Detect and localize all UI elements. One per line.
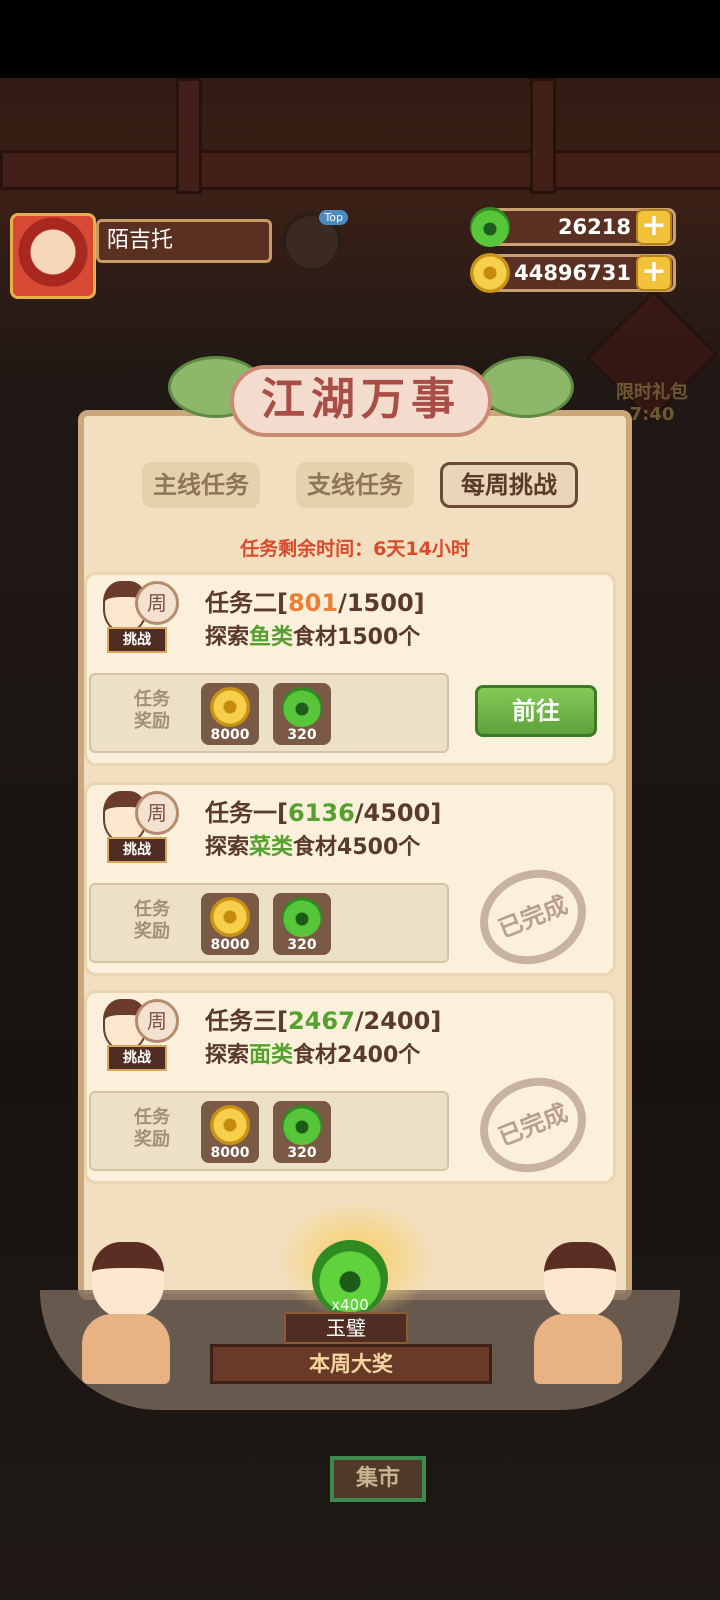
reward-coin-amount: 8000 bbox=[210, 727, 250, 743]
reward-coin: 8000 bbox=[201, 1101, 259, 1163]
grand-prize-item: 玉璧 bbox=[284, 1312, 408, 1344]
task-card: 周 挑战 任务二[801/1500] 探索鱼类食材1500个 任务奖励 8000… bbox=[84, 572, 616, 766]
add-jade-button[interactable]: + bbox=[636, 209, 672, 245]
timer-value: 6天14小时 bbox=[373, 538, 470, 560]
challenge-badge: 周 挑战 bbox=[97, 785, 179, 863]
challenge-tag: 挑战 bbox=[107, 627, 167, 653]
go-button[interactable]: 前往 bbox=[475, 685, 597, 737]
npc-right bbox=[530, 1242, 626, 1392]
status-bar bbox=[0, 0, 720, 78]
reward-jade-amount: 320 bbox=[287, 1145, 317, 1161]
week-badge: 周 bbox=[135, 791, 179, 835]
challenge-tag: 挑战 bbox=[107, 1045, 167, 1071]
reward-label: 任务奖励 bbox=[134, 899, 170, 942]
reward-jade: 320 bbox=[273, 683, 331, 745]
coin-icon bbox=[210, 897, 250, 937]
coin-icon bbox=[210, 687, 250, 727]
reward-coin: 8000 bbox=[201, 683, 259, 745]
top-badge-label: Top bbox=[319, 210, 348, 225]
completed-stamp: 已完成 bbox=[465, 1062, 601, 1188]
challenge-badge: 周 挑战 bbox=[97, 575, 179, 653]
npc-body bbox=[82, 1314, 170, 1384]
jade-icon bbox=[282, 897, 322, 937]
jade-icon bbox=[282, 1105, 322, 1145]
jade-icon bbox=[282, 687, 322, 727]
week-badge: 周 bbox=[135, 581, 179, 625]
task-title: 任务二[801/1500] bbox=[205, 589, 425, 617]
player-avatar[interactable] bbox=[10, 213, 96, 299]
week-badge: 周 bbox=[135, 999, 179, 1043]
player-name: 陌吉托 bbox=[96, 219, 272, 263]
task-description: 探索菜类食材4500个 bbox=[205, 835, 421, 860]
task-title: 任务三[2467/2400] bbox=[205, 1007, 442, 1035]
reward-scroll: 任务奖励 8000 320 bbox=[89, 883, 449, 963]
npc-head bbox=[544, 1242, 616, 1318]
npc-left bbox=[78, 1242, 174, 1392]
add-coin-button[interactable]: + bbox=[636, 255, 672, 291]
challenge-badge: 周 挑战 bbox=[97, 993, 179, 1071]
npc-head bbox=[92, 1242, 164, 1318]
task-card: 周 挑战 任务三[2467/2400] 探索面类食材2400个 任务奖励 800… bbox=[84, 990, 616, 1188]
reward-label: 任务奖励 bbox=[134, 1107, 170, 1150]
completed-stamp: 已完成 bbox=[465, 854, 601, 980]
leaf-decoration bbox=[478, 356, 574, 418]
jade-icon bbox=[470, 207, 510, 247]
npc-body bbox=[534, 1314, 622, 1384]
coin-icon bbox=[470, 253, 510, 293]
reward-label: 任务奖励 bbox=[134, 689, 170, 732]
panel-title: 江湖万事 bbox=[230, 365, 492, 437]
reward-coin: 8000 bbox=[201, 893, 259, 955]
ranking-button[interactable]: Top bbox=[282, 210, 348, 272]
tab-side-quests[interactable]: 支线任务 bbox=[296, 462, 414, 508]
coin-icon bbox=[210, 1105, 250, 1145]
remaining-time: 任务剩余时间：6天14小时 bbox=[78, 534, 632, 561]
reward-jade: 320 bbox=[273, 1101, 331, 1163]
task-description: 探索鱼类食材1500个 bbox=[205, 625, 421, 650]
task-title: 任务一[6136/4500] bbox=[205, 799, 442, 827]
reward-jade-amount: 320 bbox=[287, 727, 317, 743]
tab-weekly-challenge[interactable]: 每周挑战 bbox=[440, 462, 578, 508]
grand-prize-caption: 本周大奖 bbox=[210, 1344, 492, 1384]
reward-jade: 320 bbox=[273, 893, 331, 955]
task-description: 探索面类食材2400个 bbox=[205, 1043, 421, 1068]
market-button[interactable]: 集市 bbox=[330, 1456, 426, 1502]
reward-coin-amount: 8000 bbox=[210, 937, 250, 953]
reward-jade-amount: 320 bbox=[287, 937, 317, 953]
challenge-tag: 挑战 bbox=[107, 837, 167, 863]
reward-scroll: 任务奖励 8000 320 bbox=[89, 1091, 449, 1171]
reward-scroll: 任务奖励 8000 320 bbox=[89, 673, 449, 753]
reward-coin-amount: 8000 bbox=[210, 1145, 250, 1161]
task-card: 周 挑战 任务一[6136/4500] 探索菜类食材4500个 任务奖励 800… bbox=[84, 782, 616, 980]
timer-label: 任务剩余时间： bbox=[240, 538, 374, 560]
tab-main-quests[interactable]: 主线任务 bbox=[142, 462, 260, 508]
